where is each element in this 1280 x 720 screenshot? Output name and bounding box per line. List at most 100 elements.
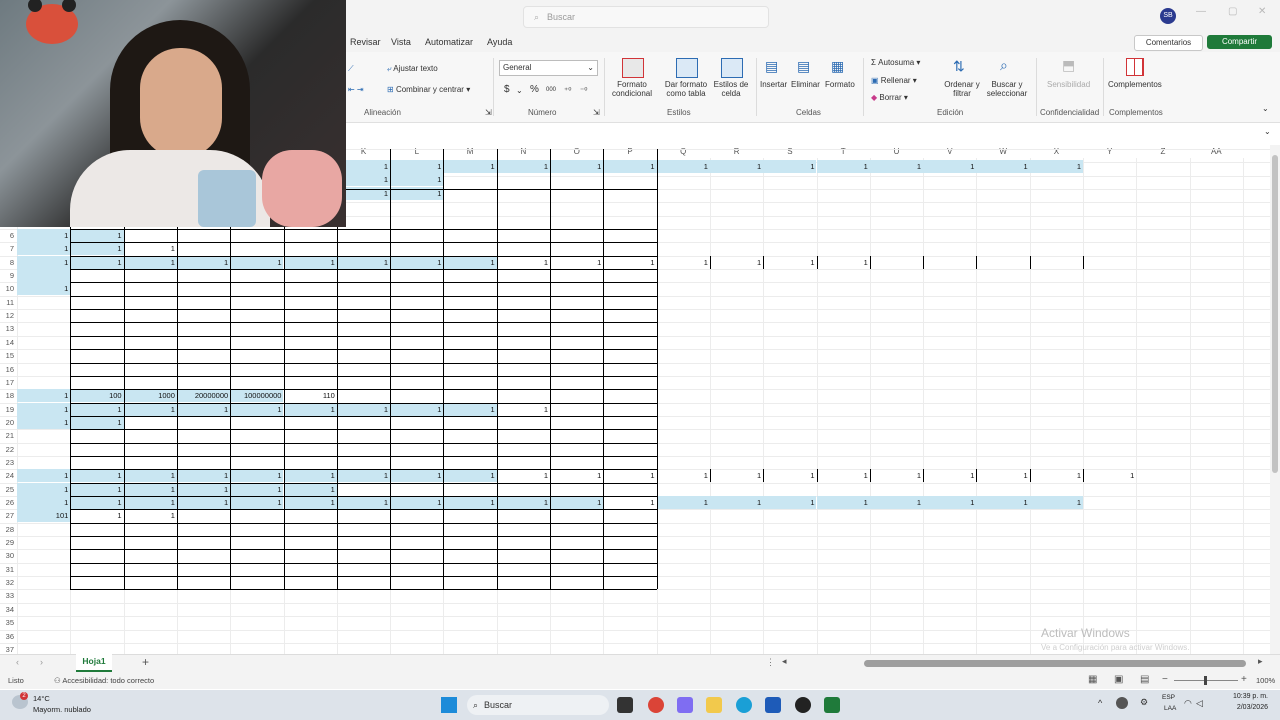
table-cell[interactable]: 1000: [123, 389, 177, 403]
row-header[interactable]: 10: [0, 282, 16, 295]
menu-vista[interactable]: Vista: [391, 37, 411, 47]
table-cell[interactable]: 1: [17, 242, 71, 256]
table-cell[interactable]: 1: [17, 496, 71, 509]
table-cell[interactable]: 1: [17, 255, 71, 269]
accessibility-status[interactable]: ⚇ Accesibilidad: todo correcto: [54, 676, 154, 685]
windows-start-icon[interactable]: [441, 697, 457, 713]
table-cell[interactable]: 1: [283, 402, 337, 416]
taskbar-search[interactable]: ⌕ Buscar: [467, 695, 609, 715]
zoom-in-icon[interactable]: +: [1241, 674, 1247, 685]
row-header[interactable]: 23: [0, 456, 16, 469]
column-header[interactable]: P: [603, 145, 657, 158]
table-cell[interactable]: 1: [869, 496, 924, 509]
zoom-slider-thumb[interactable]: [1204, 676, 1207, 685]
column-header[interactable]: X: [1029, 145, 1083, 158]
merge-center-button[interactable]: ⊞ Combinar y centrar ▾: [387, 85, 470, 94]
row-header[interactable]: 6: [0, 229, 16, 242]
table-cell[interactable]: 1: [657, 256, 710, 269]
table-cell[interactable]: 1: [816, 496, 870, 509]
menu-automatizar[interactable]: Automatizar: [425, 37, 473, 47]
format-as-table-button[interactable]: Dar formato como tabla: [661, 80, 711, 98]
table-cell[interactable]: 1: [976, 160, 1030, 173]
column-header[interactable]: V: [923, 145, 977, 158]
table-cell[interactable]: 1: [70, 402, 124, 416]
row-header[interactable]: 11: [0, 296, 16, 309]
table-cell[interactable]: 1: [603, 160, 657, 173]
table-cell[interactable]: 1: [496, 496, 550, 509]
table-cell[interactable]: 1: [70, 469, 124, 483]
menu-revisar[interactable]: Revisar: [350, 37, 381, 47]
row-header[interactable]: 12: [0, 309, 16, 322]
row-header[interactable]: 9: [0, 269, 16, 282]
table-cell[interactable]: 1: [124, 509, 177, 522]
clock-date[interactable]: 2/03/2026: [1214, 704, 1268, 711]
row-header[interactable]: 31: [0, 563, 16, 576]
table-cell[interactable]: 1: [390, 469, 444, 483]
table-cell[interactable]: 1: [603, 256, 656, 269]
table-cell[interactable]: 1: [390, 255, 444, 269]
zoom-out-icon[interactable]: −: [1162, 674, 1168, 685]
expand-formula-icon[interactable]: ⌄: [1264, 127, 1271, 136]
table-cell[interactable]: 1: [230, 402, 284, 416]
column-header[interactable]: Q: [656, 145, 710, 158]
table-cell[interactable]: 1: [603, 469, 656, 482]
table-cell[interactable]: 1: [390, 402, 444, 416]
table-cell[interactable]: 1: [17, 415, 71, 429]
task-view-icon[interactable]: [617, 697, 633, 713]
table-cell[interactable]: 1: [70, 415, 124, 429]
search-box[interactable]: ⌕ Buscar: [523, 6, 769, 28]
table-cell[interactable]: 1: [176, 496, 231, 509]
table-cell[interactable]: 1: [336, 255, 391, 269]
table-cell[interactable]: 1: [230, 496, 284, 509]
file-explorer-icon[interactable]: [706, 697, 722, 713]
table-cell[interactable]: 1: [70, 482, 124, 496]
row-header[interactable]: 18: [0, 389, 16, 402]
edge-icon[interactable]: [736, 697, 752, 713]
table-cell[interactable]: 1: [336, 402, 391, 416]
row-header[interactable]: 17: [0, 376, 16, 389]
ribbon-collapse-icon[interactable]: ⌄: [1262, 104, 1269, 113]
column-header[interactable]: M: [443, 145, 497, 158]
row-header[interactable]: 28: [0, 523, 16, 536]
table-cell[interactable]: 1: [710, 256, 763, 269]
sheet-tab-hoja1[interactable]: Hoja1: [76, 654, 112, 672]
table-cell[interactable]: 1: [976, 496, 1030, 509]
currency-button[interactable]: $: [504, 85, 510, 95]
column-header[interactable]: O: [550, 145, 604, 158]
row-header[interactable]: 20: [0, 416, 16, 429]
column-header[interactable]: L: [390, 145, 444, 158]
table-cell[interactable]: 1: [443, 255, 497, 269]
row-header[interactable]: 35: [0, 616, 16, 629]
table-cell[interactable]: 1: [123, 469, 177, 483]
table-cell[interactable]: 101: [17, 509, 71, 523]
insert-button[interactable]: Insertar: [760, 80, 787, 89]
horizontal-scroll-thumb[interactable]: [864, 660, 1246, 667]
table-cell[interactable]: 1: [709, 160, 764, 173]
tray-extra-icon[interactable]: ⚙: [1140, 697, 1148, 708]
table-cell[interactable]: 1: [17, 229, 71, 242]
table-cell[interactable]: 1: [497, 403, 550, 416]
table-cell[interactable]: 1: [816, 160, 870, 173]
delete-button[interactable]: Eliminar: [791, 80, 820, 89]
table-cell[interactable]: 1: [283, 469, 337, 483]
table-cell[interactable]: 1: [443, 402, 497, 416]
excel-icon[interactable]: [824, 697, 840, 713]
row-header[interactable]: 7: [0, 242, 16, 255]
table-cell[interactable]: 1: [817, 256, 870, 269]
table-cell[interactable]: 1: [656, 160, 710, 173]
table-cell[interactable]: 1: [17, 469, 71, 483]
row-header[interactable]: 22: [0, 443, 16, 456]
table-cell[interactable]: 1: [710, 469, 763, 482]
increase-decimal-icon[interactable]: ⁺⁰: [564, 86, 571, 95]
table-cell[interactable]: 1: [817, 469, 870, 482]
table-cell[interactable]: 1: [976, 469, 1029, 482]
wrap-text-button[interactable]: ⤶ Ajustar texto: [387, 64, 438, 73]
table-cell[interactable]: 1: [763, 469, 816, 482]
store-icon[interactable]: [765, 697, 781, 713]
row-header[interactable]: 33: [0, 589, 16, 602]
row-header[interactable]: 24: [0, 469, 16, 482]
table-cell[interactable]: 1: [17, 282, 71, 296]
table-cell[interactable]: 1: [283, 255, 337, 269]
table-cell[interactable]: 1: [336, 496, 391, 509]
table-cell[interactable]: 1: [176, 482, 231, 496]
